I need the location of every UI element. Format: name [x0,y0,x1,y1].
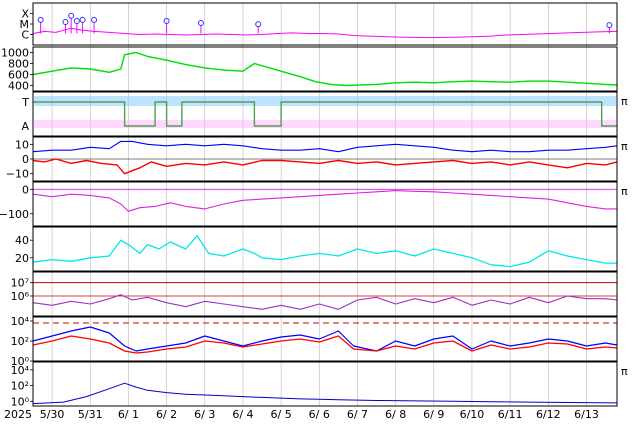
y-tick-label-2-0: T [21,96,29,109]
theta-away-band [34,120,616,128]
x-tick-label-9: 6/ 8 [385,408,406,421]
theta-toward-band [34,96,616,106]
side-marker-0: π [621,95,628,108]
y-tick-label-3-2: −10 [6,168,29,181]
kp-activity-line [32,235,617,268]
side-marker-1: π [621,140,628,153]
y-tick-label-6-0: 10⁷ [11,277,29,290]
y-tick-label-3-0: 10 [15,138,29,151]
x-tick-label-12: 6/11 [498,408,523,421]
x-tick-label-2: 6/ 1 [118,408,139,421]
x-tick-label-3: 6/ 2 [156,408,177,421]
side-marker-3: π [621,365,628,378]
y-tick-label-0-2: C [21,29,29,42]
panels-layer [32,12,618,405]
x-tick-label-14: 6/13 [574,408,599,421]
y-tick-label-5-1: 20 [15,252,29,265]
x-tick-label-4: 6/ 3 [194,408,215,421]
flare-marker-5 [91,16,98,23]
flare-marker-7 [197,20,204,27]
imf-bt-line [32,140,618,153]
y-tick-label-6-1: 10⁶ [11,290,30,303]
flare-marker-0 [37,16,44,23]
dst-index-line [32,190,617,212]
x-tick-label-6: 6/ 5 [271,408,292,421]
flare-marker-9 [606,22,613,29]
x-tick-label-13: 6/12 [536,408,561,421]
flare-marker-3 [73,17,80,24]
flare-marker-1 [62,19,69,25]
y-tick-label-3-1: 0 [22,153,29,166]
x-tick-label-8: 6/ 7 [347,408,368,421]
y-tick-label-5-0: 40 [15,234,29,247]
imf-bz-line [32,158,618,175]
wind-speed-line [32,51,618,87]
y-tick-label-1-3: 400 [8,80,29,93]
x-tick-label-11: 6/10 [460,408,485,421]
panel-frame-7 [32,316,618,362]
panel-frame-6 [32,271,618,317]
xray-flux-line [32,27,618,39]
y-tick-label-4-1: −100 [0,208,29,221]
y-tick-label-8-2: 10⁰ [11,395,30,408]
x-tick-label-0: 5/30 [40,408,65,421]
y-tick-label-8-0: 10⁴ [11,364,30,377]
x-tick-label-7: 6/ 6 [309,408,330,421]
x-tick-label-10: 6/ 9 [423,408,444,421]
panel-frame-5 [32,226,618,272]
side-marker-2: π [621,185,628,198]
y-tick-label-8-1: 10² [11,380,29,393]
year-label: 2025 [4,408,32,421]
flare-marker-8 [255,21,262,28]
y-tick-label-4-0: 0 [22,183,29,196]
x-tick-label-1: 5/31 [78,408,103,421]
flare-marker-2 [68,12,75,19]
bottom-series-line [32,382,618,405]
panel-frame-0 [32,2,618,46]
flare-marker-4 [79,16,86,23]
x-tick-label-5: 6/ 4 [232,408,253,421]
proton-low-line [32,335,618,354]
space-weather-stack-chart: XMC1000800600400TA100−100−100402010⁷10⁶1… [0,2,628,421]
electron-flux-line [32,294,618,310]
y-tick-label-2-1: A [21,120,29,133]
y-tick-label-7-1: 10² [11,335,29,348]
y-tick-label-7-0: 10⁴ [11,315,30,328]
